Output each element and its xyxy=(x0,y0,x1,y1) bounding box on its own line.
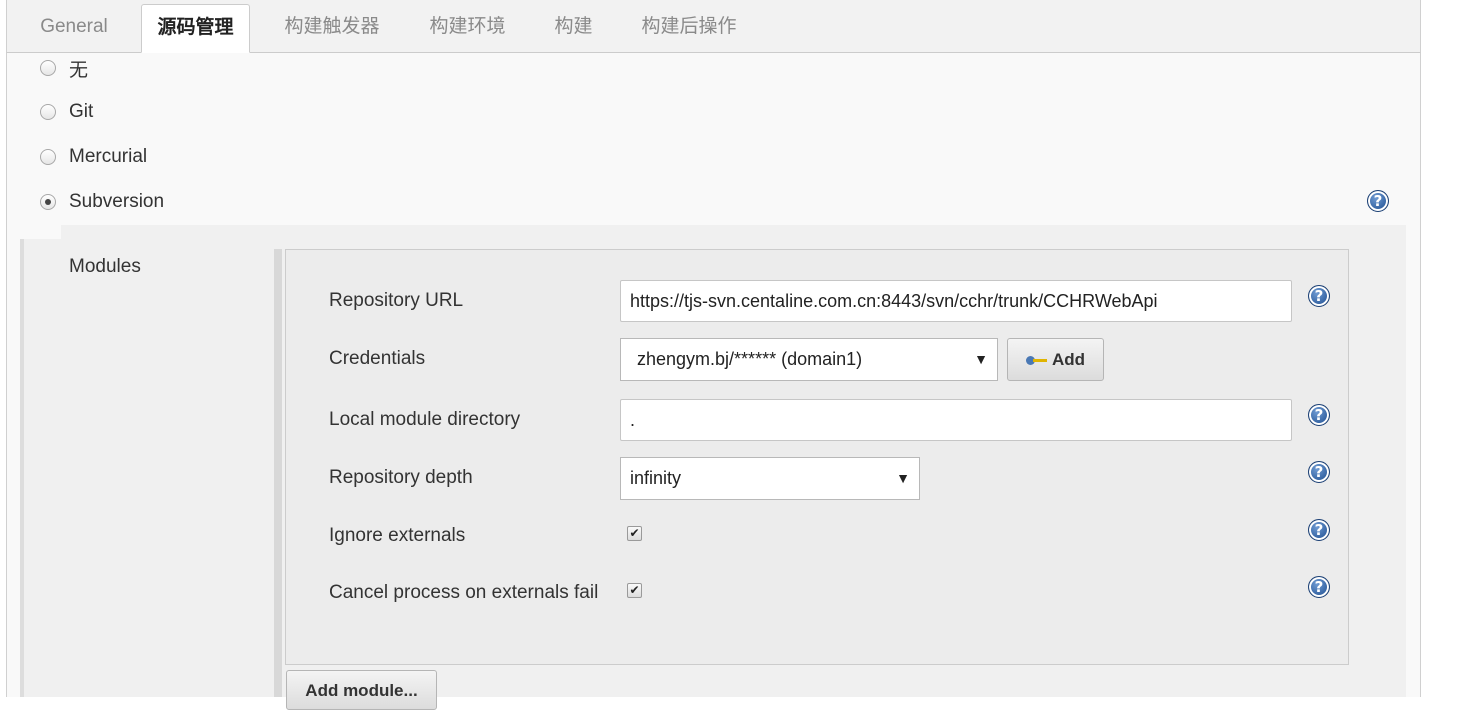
ignore-externals-label: Ignore externals xyxy=(329,525,466,546)
dropdown-arrow-icon: ▼ xyxy=(974,351,988,367)
radio-button[interactable] xyxy=(40,60,56,76)
section-notch xyxy=(20,225,61,239)
scm-option-mercurial[interactable]: Mercurial xyxy=(40,144,147,170)
scm-option-label: Subversion xyxy=(69,191,165,212)
add-module-button[interactable]: Add module... xyxy=(286,670,437,710)
add-credentials-label: Add xyxy=(1051,349,1086,369)
credentials-label: Credentials xyxy=(329,348,426,369)
scm-option-label: Mercurial xyxy=(69,146,148,167)
scm-option-label: Git xyxy=(69,101,94,122)
repository-depth-select[interactable]: infinity ▼ xyxy=(620,457,920,500)
scm-option-label: 无 xyxy=(69,59,89,81)
question-mark-icon[interactable]: ? xyxy=(1308,461,1330,483)
cancel-process-on-externals-fail-label: Cancel process on externals fail xyxy=(329,582,599,603)
question-mark-icon[interactable]: ? xyxy=(1308,285,1330,307)
scm-option-none[interactable]: 无 xyxy=(40,55,88,81)
repository-url-label: Repository URL xyxy=(329,290,464,311)
radio-button-selected[interactable] xyxy=(40,194,56,210)
add-credentials-button[interactable]: Add xyxy=(1007,338,1104,381)
question-mark-icon[interactable]: ? xyxy=(1308,404,1330,426)
tab-source-code-management[interactable]: 源码管理 xyxy=(141,4,250,53)
radio-button[interactable] xyxy=(40,149,56,165)
scm-option-git[interactable]: Git xyxy=(40,99,93,125)
local-module-directory-label: Local module directory xyxy=(329,409,521,430)
cancel-process-on-externals-fail-checkbox[interactable]: ✔ xyxy=(627,583,642,598)
dropdown-arrow-icon: ▼ xyxy=(896,470,910,486)
credentials-select[interactable]: zhengym.bj/****** (domain1) ▼ xyxy=(620,338,998,381)
repository-depth-label: Repository depth xyxy=(329,467,473,488)
radio-button[interactable] xyxy=(40,104,56,120)
question-mark-icon[interactable]: ? xyxy=(1308,519,1330,541)
repository-depth-selected-value: infinity xyxy=(630,468,682,488)
local-module-directory-input[interactable]: . xyxy=(620,399,1292,441)
question-mark-icon[interactable]: ? xyxy=(1308,576,1330,598)
tab-build[interactable]: 构建 xyxy=(542,4,605,52)
tab-build-environment[interactable]: 构建环境 xyxy=(416,4,519,52)
tab-general[interactable]: General xyxy=(24,4,124,52)
tab-post-build-actions[interactable]: 构建后操作 xyxy=(627,4,751,52)
question-mark-icon[interactable]: ? xyxy=(1367,190,1389,212)
modules-indent-bar xyxy=(274,249,282,697)
tab-build-triggers[interactable]: 构建触发器 xyxy=(270,4,394,52)
ignore-externals-checkbox[interactable]: ✔ xyxy=(627,526,642,541)
scm-option-subversion[interactable]: Subversion xyxy=(40,189,164,215)
credentials-selected-value: zhengym.bj/****** (domain1) xyxy=(637,349,863,369)
modules-label: Modules xyxy=(69,256,141,277)
key-icon xyxy=(1025,354,1048,366)
repository-url-input[interactable]: https://tjs-svn.centaline.com.cn:8443/sv… xyxy=(620,280,1292,322)
